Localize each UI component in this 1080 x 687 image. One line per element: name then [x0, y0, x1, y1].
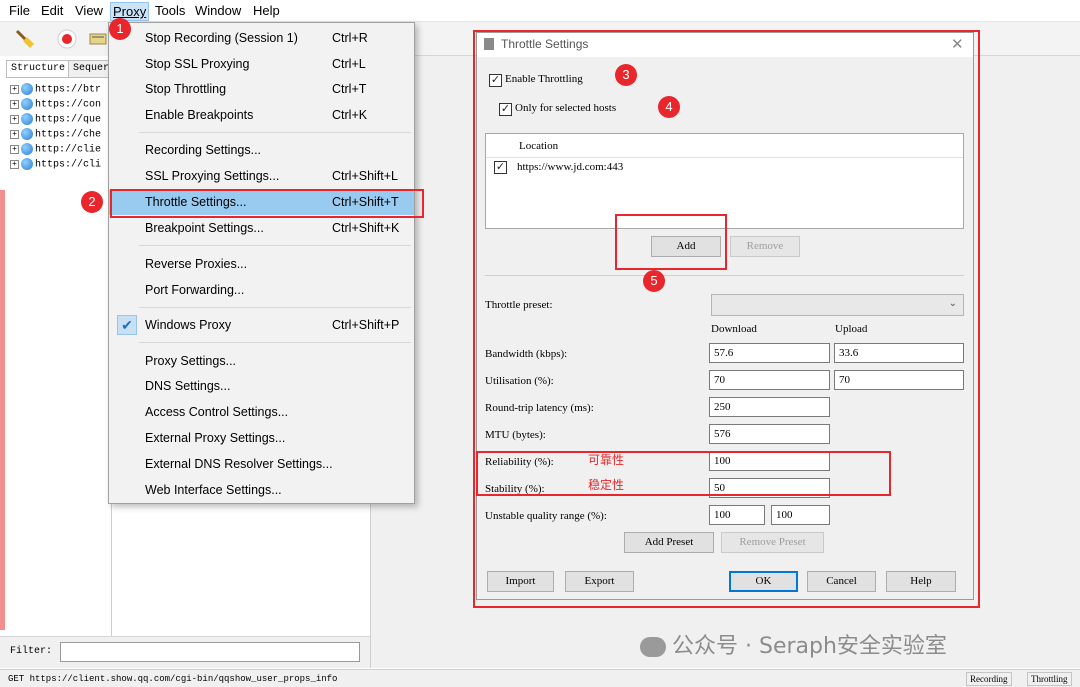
- menu-dns-settings[interactable]: DNS Settings...: [109, 374, 414, 399]
- step-badge-5: 5: [643, 270, 665, 292]
- menu-highlight-box: [110, 189, 424, 218]
- tree-row[interactable]: + https://cli: [10, 158, 101, 173]
- expand-icon[interactable]: +: [10, 114, 19, 124]
- menu-help[interactable]: Help: [253, 3, 280, 18]
- watermark: 公众号 · Seraph安全实验室: [640, 628, 947, 662]
- step-badge-4: 4: [658, 96, 680, 118]
- menu-stop-ssl-proxying[interactable]: Stop SSL Proxying Ctrl+L: [109, 52, 414, 77]
- step-badge-2: 2: [81, 191, 103, 213]
- menu-reverse-proxies[interactable]: Reverse Proxies...: [109, 252, 414, 277]
- menu-breakpoint-settings[interactable]: Breakpoint Settings... Ctrl+Shift+K: [109, 216, 414, 241]
- menu-separator: [139, 342, 411, 343]
- menu-separator: [139, 245, 411, 246]
- globe-icon: [21, 83, 33, 95]
- filter-label: Filter:: [10, 646, 53, 657]
- status-bar: GET https://client.show.qq.com/cgi-bin/q…: [0, 669, 1080, 687]
- proxy-menu: Stop Recording (Session 1) Ctrl+R Stop SS…: [108, 22, 415, 504]
- left-pane: Structure Sequer + https://btr + https://c…: [0, 56, 115, 668]
- expand-icon[interactable]: +: [10, 99, 19, 109]
- tab-structure[interactable]: Structure: [6, 60, 71, 78]
- tree-row[interactable]: + https://con: [10, 98, 101, 113]
- menu-port-forwarding[interactable]: Port Forwarding...: [109, 278, 414, 303]
- dialog-highlight-box: [473, 30, 980, 608]
- expand-icon[interactable]: +: [10, 129, 19, 139]
- globe-icon: [21, 158, 33, 170]
- left-edge-strip: [0, 190, 5, 630]
- expand-icon[interactable]: +: [10, 144, 19, 154]
- menu-view[interactable]: View: [75, 3, 103, 18]
- menu-bar: File Edit View Proxy Tools Window Help: [0, 0, 1080, 22]
- broom-icon[interactable]: [12, 26, 38, 52]
- status-url: GET https://client.show.qq.com/cgi-bin/q…: [8, 674, 338, 684]
- tree-row[interactable]: + https://que: [10, 113, 101, 128]
- step-badge-3: 3: [615, 64, 637, 86]
- menu-file[interactable]: File: [9, 3, 30, 18]
- menu-external-dns-resolver-settings[interactable]: External DNS Resolver Settings...: [109, 452, 414, 477]
- menu-web-interface-settings[interactable]: Web Interface Settings...: [109, 478, 414, 503]
- tree-row[interactable]: + https://btr: [10, 83, 101, 98]
- wechat-icon: [640, 637, 666, 657]
- stability-note: 稳定性: [588, 478, 625, 492]
- filter-input[interactable]: [60, 642, 360, 662]
- menu-window[interactable]: Window: [195, 3, 241, 18]
- expand-icon[interactable]: +: [10, 84, 19, 94]
- expand-icon[interactable]: +: [10, 159, 19, 169]
- status-throttling[interactable]: Throttling: [1027, 672, 1072, 686]
- menu-windows-proxy[interactable]: ✔ Windows Proxy Ctrl+Shift+P: [109, 313, 414, 338]
- menu-separator: [139, 132, 411, 133]
- globe-icon: [21, 128, 33, 140]
- reliability-note: 可靠性: [588, 453, 625, 467]
- menu-separator: [139, 307, 411, 308]
- globe-icon: [21, 113, 33, 125]
- filter-bar: Filter:: [0, 636, 370, 668]
- toolbar: [0, 22, 112, 56]
- tree-row[interactable]: + http://clie: [10, 143, 101, 158]
- menu-stop-throttling[interactable]: Stop Throttling Ctrl+T: [109, 77, 414, 102]
- reliability-highlight-box: [476, 451, 891, 496]
- menu-edit[interactable]: Edit: [41, 3, 63, 18]
- globe-icon: [21, 98, 33, 110]
- step-badge-1: 1: [109, 18, 131, 40]
- menu-external-proxy-settings[interactable]: External Proxy Settings...: [109, 426, 414, 451]
- menu-access-control-settings[interactable]: Access Control Settings...: [109, 400, 414, 425]
- menu-proxy-settings[interactable]: Proxy Settings...: [109, 349, 414, 374]
- tree-row[interactable]: + https://che: [10, 128, 101, 143]
- menu-stop-recording[interactable]: Stop Recording (Session 1) Ctrl+R: [109, 26, 414, 51]
- menu-recording-settings[interactable]: Recording Settings...: [109, 138, 414, 163]
- menu-tools[interactable]: Tools: [155, 3, 185, 18]
- menu-ssl-proxying-settings[interactable]: SSL Proxying Settings... Ctrl+Shift+L: [109, 164, 414, 189]
- menu-enable-breakpoints[interactable]: Enable Breakpoints Ctrl+K: [109, 103, 414, 128]
- status-recording[interactable]: Recording: [966, 672, 1012, 686]
- record-icon[interactable]: [54, 26, 80, 52]
- check-icon: ✔: [117, 315, 137, 335]
- add-button-highlight-box: [615, 214, 727, 270]
- globe-icon: [21, 143, 33, 155]
